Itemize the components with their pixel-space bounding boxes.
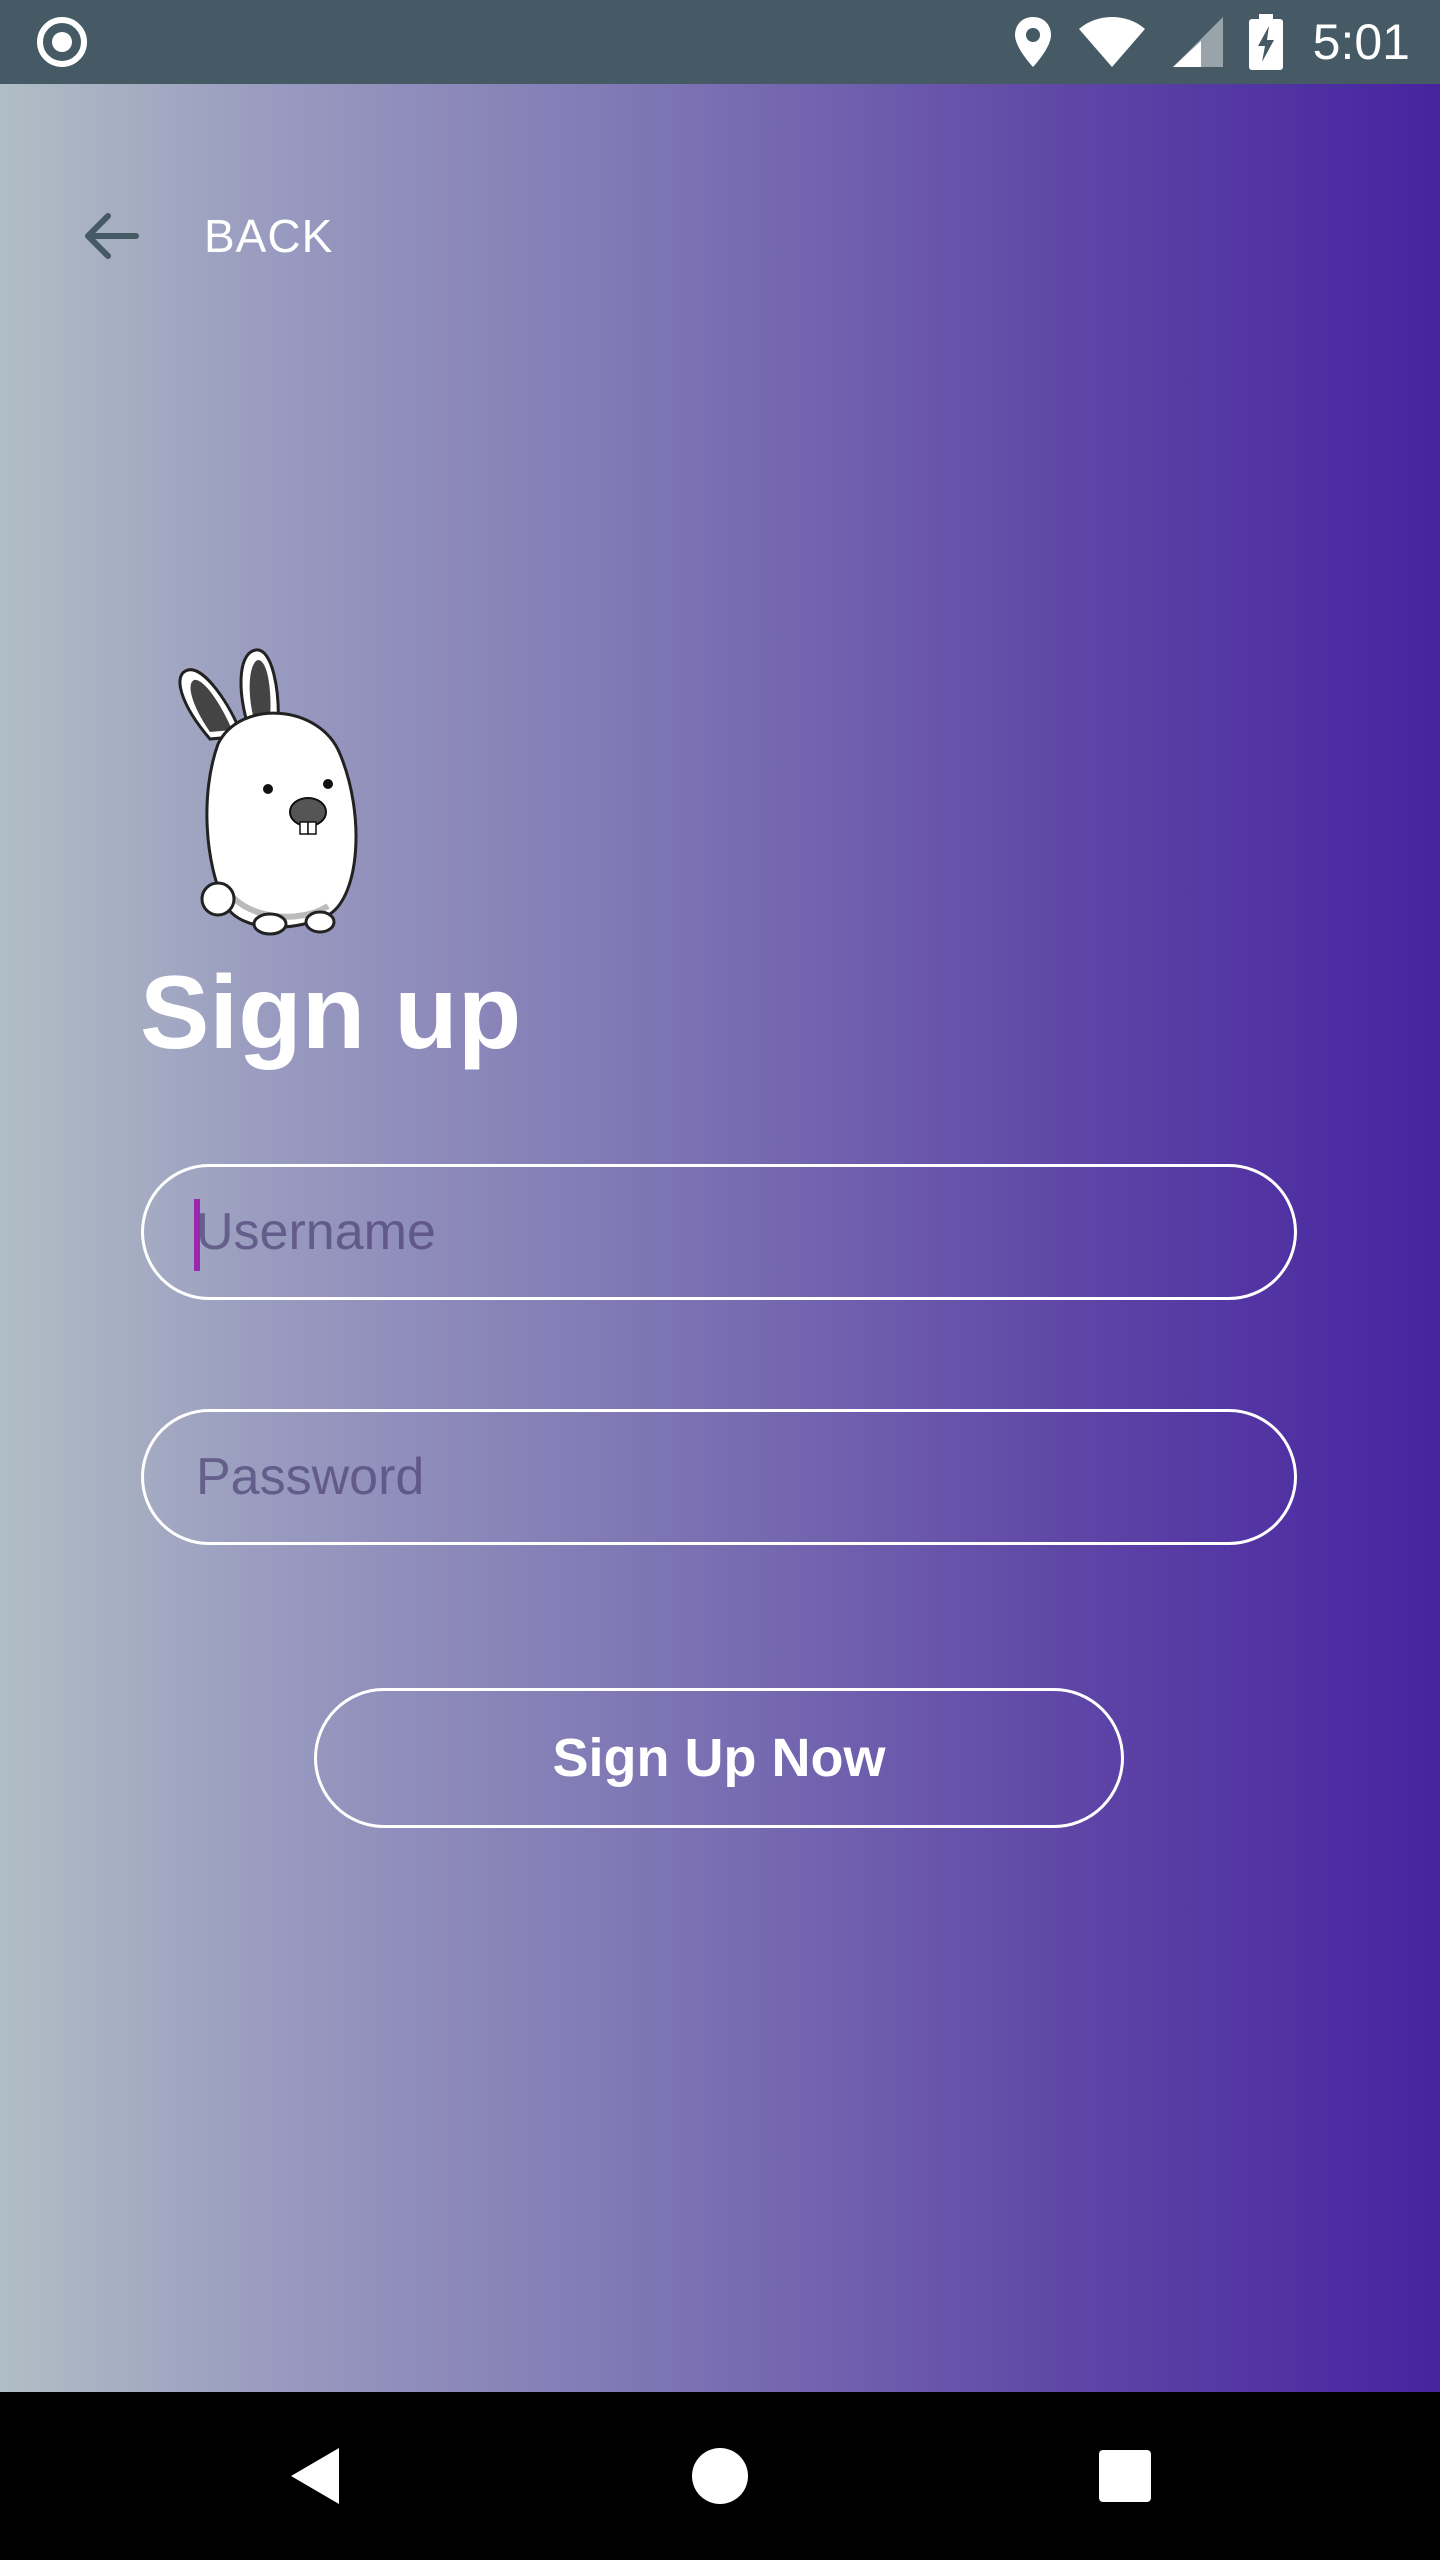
password-field[interactable]	[141, 1409, 1297, 1545]
location-icon	[1014, 17, 1051, 67]
username-field[interactable]	[141, 1164, 1297, 1300]
nav-recents-icon	[1099, 2450, 1151, 2502]
status-icons: 5:01	[1013, 0, 1410, 84]
clock: 5:01	[1312, 14, 1410, 70]
nav-back-icon	[291, 2448, 339, 2504]
arrow-left-icon	[85, 213, 139, 259]
nav-back-button[interactable]	[235, 2392, 395, 2560]
nav-recents-button[interactable]	[1045, 2392, 1205, 2560]
nav-home-button[interactable]	[640, 2392, 800, 2560]
text-caret	[194, 1199, 200, 1271]
password-input[interactable]	[144, 1446, 1294, 1508]
signal-icon	[1172, 17, 1223, 67]
back-button[interactable]: BACK	[80, 204, 333, 268]
record-icon	[37, 17, 87, 67]
bunny-illustration	[178, 648, 358, 936]
battery-charging-icon	[1248, 14, 1283, 70]
back-label: BACK	[204, 210, 334, 262]
status-bar: 5:01	[0, 0, 1440, 84]
page-title: Sign up	[140, 955, 522, 1071]
wifi-icon	[1078, 17, 1145, 67]
sign-up-button[interactable]: Sign Up Now	[314, 1688, 1124, 1828]
username-input[interactable]	[144, 1201, 1294, 1263]
nav-home-icon	[692, 2448, 748, 2504]
signup-screen: BACK Sign up Sign Up Now	[0, 84, 1440, 2392]
navigation-bar	[0, 2392, 1440, 2560]
